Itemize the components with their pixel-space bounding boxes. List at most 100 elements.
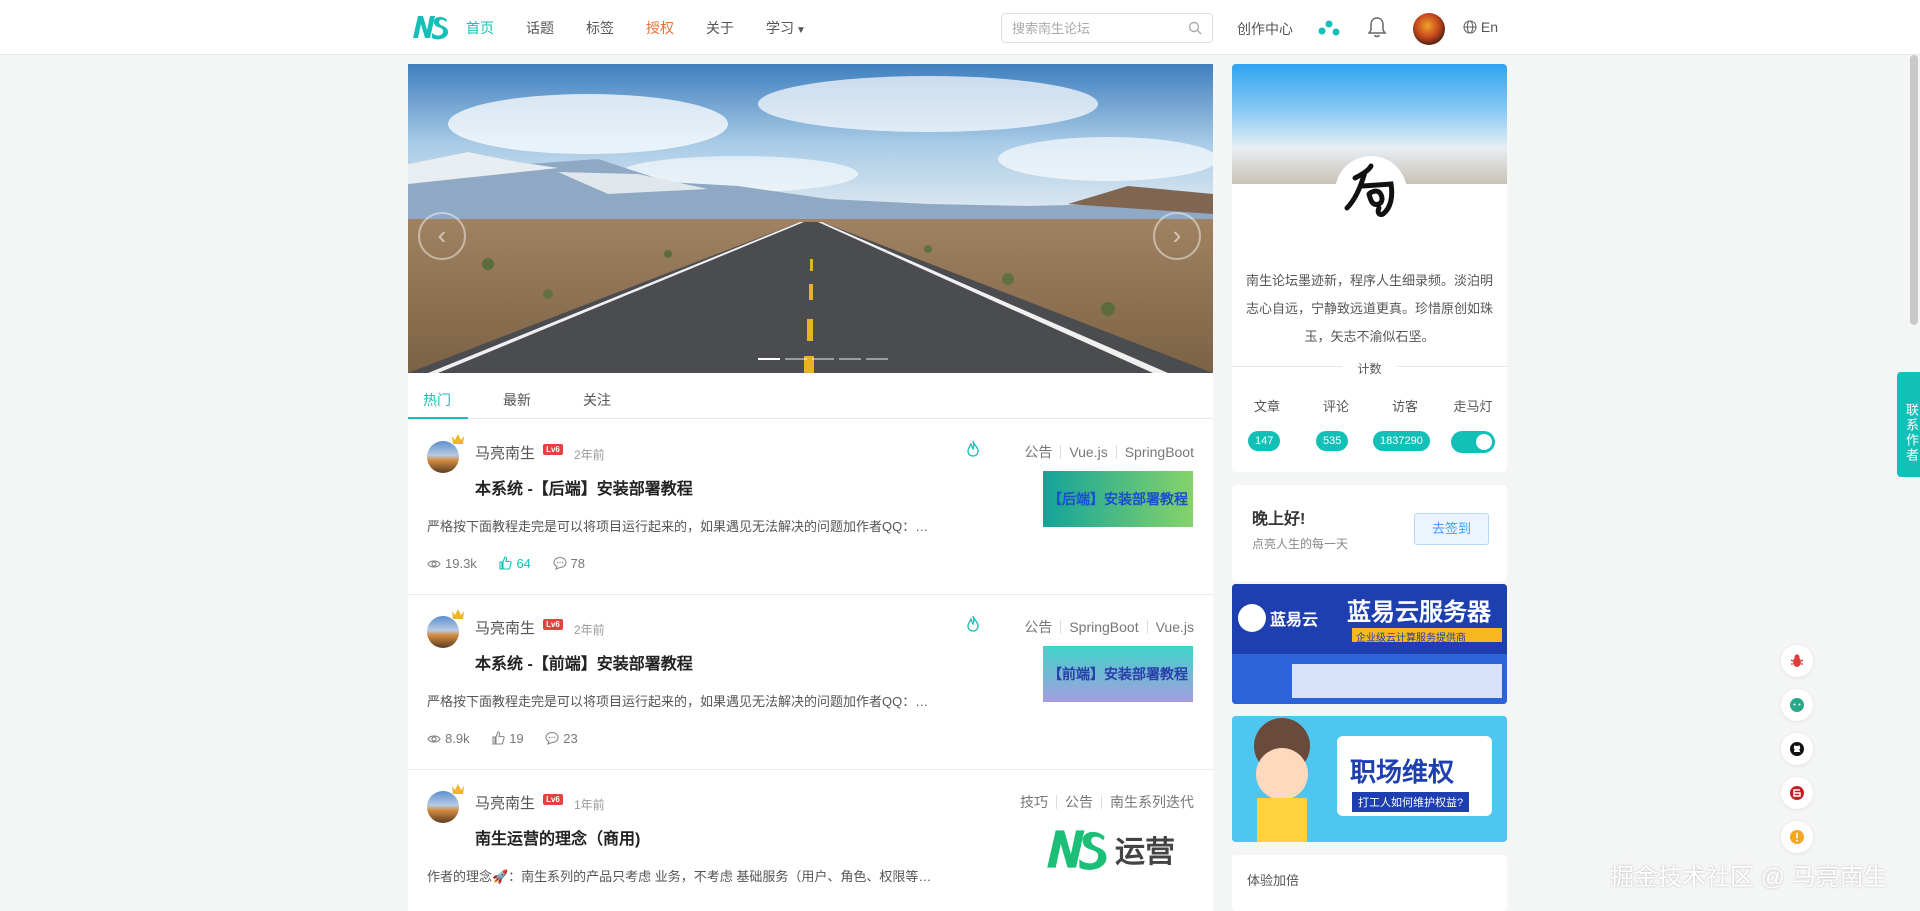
toggle-knob [1476, 434, 1492, 450]
carousel-prev-button[interactable]: ‹ [418, 212, 466, 260]
comment-icon [552, 556, 567, 570]
level-badge: Lv6 [543, 794, 563, 805]
like-button[interactable]: 64 [498, 556, 531, 571]
tab-following[interactable]: 关注 [583, 390, 611, 410]
post-thumbnail[interactable]: 【后端】安装部署教程 [1043, 471, 1193, 527]
nav-license[interactable]: 授权 [646, 18, 674, 38]
gitee-button[interactable] [1781, 777, 1813, 809]
carousel-dot[interactable] [839, 358, 861, 360]
tag-link[interactable]: Vue.js [1069, 444, 1107, 460]
ad-subtitle: 打工人如何维护权益? [1352, 792, 1470, 812]
post-stats: 19.3k 64 78 [427, 556, 603, 571]
language-label: En [1480, 19, 1499, 35]
github-button[interactable] [1781, 733, 1813, 765]
post-title[interactable]: 本系统 -【后端】安装部署教程 [475, 475, 693, 499]
tag-link[interactable]: 技巧 [1020, 794, 1048, 810]
ns-logo-thumb [1047, 830, 1107, 870]
comment-total: 535 [1316, 431, 1349, 451]
nav-learn[interactable]: 学习 ▼ [766, 18, 806, 38]
user-avatar[interactable] [1413, 13, 1445, 45]
thumbnail-text: 【前端】安装部署教程 [1048, 666, 1188, 682]
like-button[interactable]: 19 [491, 731, 524, 746]
post-time: 1年前 [574, 798, 605, 812]
nav-tags[interactable]: 标签 [586, 18, 614, 38]
carousel-image [408, 64, 1213, 373]
tab-hot[interactable]: 热门 [423, 390, 451, 410]
tag-link[interactable]: 公告 [1024, 444, 1052, 460]
carousel-dot[interactable] [758, 358, 780, 360]
thumbnail-text: 运营 [1115, 836, 1175, 869]
banner-carousel[interactable]: ‹ › [408, 64, 1213, 373]
thumbs-up-icon [492, 731, 505, 745]
post-title[interactable]: 南生运营的理念（商用) [475, 825, 640, 849]
crown-icon [452, 784, 464, 794]
tag-link[interactable]: 公告 [1065, 794, 1093, 810]
author-name[interactable]: 马亮南生 [475, 792, 535, 813]
post-item[interactable]: 马亮南生 Lv6 2年前 公告 Vue.js SpringBoot 本系统 -【后端… [408, 420, 1213, 595]
carousel-dot[interactable] [866, 358, 888, 360]
page-scrollbar[interactable] [1910, 55, 1918, 325]
bell-icon[interactable] [1367, 16, 1387, 38]
carousel-dot[interactable] [812, 358, 834, 360]
nav-about[interactable]: 关于 [706, 18, 734, 38]
tag-link[interactable]: SpringBoot [1069, 619, 1138, 635]
nav-topics[interactable]: 话题 [526, 18, 554, 38]
visitor-count: 1837290 [1373, 431, 1430, 451]
ad-subtitle: 企业级云计算服务提供商 [1356, 633, 1466, 644]
post-thumbnail[interactable]: 运营 [1043, 821, 1193, 877]
tag-link[interactable]: 公告 [1024, 619, 1052, 635]
top-header: 首页 话题 标签 授权 关于 学习▼ 创作中心 En [0, 0, 1920, 55]
calligraphy-logo [1344, 163, 1395, 217]
post-item[interactable]: 马亮南生 Lv6 2年前 公告 SpringBoot Vue.js 本系统 -【前端… [408, 595, 1213, 770]
post-title[interactable]: 本系统 -【前端】安装部署教程 [475, 650, 693, 674]
creator-center-link[interactable]: 创作中心 [1237, 19, 1293, 39]
author-name[interactable]: 马亮南生 [475, 442, 535, 463]
carousel-dot[interactable] [785, 358, 807, 360]
greeting-subtitle: 点亮人生的每一天 [1252, 537, 1349, 551]
author-name[interactable]: 马亮南生 [475, 617, 535, 638]
carousel-next-button[interactable]: › [1153, 212, 1201, 260]
post-item[interactable]: 马亮南生 Lv6 1年前 技巧 公告 南生系列迭代 南生运营的理念（商用) 作者的理… [408, 770, 1213, 911]
search-input[interactable] [1002, 14, 1172, 42]
thumbnail-text: 【后端】安装部署教程 [1048, 491, 1188, 507]
chat-icon [1790, 698, 1804, 712]
nav-home[interactable]: 首页 [466, 18, 494, 38]
post-time: 2年前 [574, 623, 605, 637]
ad-brand: 蓝易云 [1270, 612, 1319, 629]
post-summary: 严格按下面教程走完是可以将项目运行起来的，如果遇见无法解决的问题加作者QQ：… [427, 694, 929, 709]
eye-icon [427, 560, 441, 568]
count-title: 计数 [1357, 362, 1382, 376]
site-avatar[interactable] [1335, 156, 1407, 228]
gitee-icon [1790, 786, 1804, 800]
site-logo[interactable] [411, 14, 449, 40]
hot-fire-icon [967, 440, 979, 457]
language-switch[interactable]: En [1463, 19, 1498, 35]
tag-link[interactable]: Vue.js [1156, 619, 1194, 635]
greeting-card: 晚上好! 点亮人生的每一天 去签到 [1232, 485, 1507, 581]
ad-banner-rights[interactable]: 职场维权 打工人如何维护权益? [1232, 716, 1507, 842]
view-count: 19.3k [427, 556, 477, 571]
faith-card: 体验加倍 [1232, 855, 1507, 911]
post-thumbnail[interactable]: 【前端】安装部署教程 [1043, 646, 1193, 702]
warning-icon [1790, 830, 1804, 844]
tab-latest[interactable]: 最新 [503, 390, 531, 410]
level-badge: Lv6 [543, 444, 563, 455]
search-box[interactable] [1001, 13, 1213, 43]
tag-link[interactable]: 南生系列迭代 [1110, 794, 1194, 810]
ad-banner-cloud[interactable]: 蓝易云 蓝易云服务器 企业级云计算服务提供商 [1232, 584, 1507, 704]
count-label: 文章 [1253, 399, 1280, 414]
check-in-button[interactable]: 去签到 [1414, 513, 1489, 545]
search-icon[interactable] [1188, 21, 1202, 35]
marquee-toggle[interactable] [1451, 431, 1495, 453]
thumbs-up-icon [499, 556, 513, 570]
view-count: 8.9k [427, 731, 470, 746]
bug-report-button[interactable] [1781, 645, 1813, 677]
tag-link[interactable]: SpringBoot [1125, 444, 1194, 460]
contact-author-tab[interactable]: 联系作者 [1897, 372, 1920, 477]
comment-count[interactable]: 23 [545, 731, 578, 746]
site-description: 南生论坛墨迹新，程序人生细录频。淡泊明志心自远，宁静致远道更真。珍惜原创如珠玉，… [1245, 273, 1493, 344]
dots-app-icon[interactable] [1317, 19, 1341, 37]
chat-button[interactable] [1781, 689, 1813, 721]
comment-count[interactable]: 78 [552, 556, 585, 571]
notice-button[interactable] [1781, 821, 1813, 853]
